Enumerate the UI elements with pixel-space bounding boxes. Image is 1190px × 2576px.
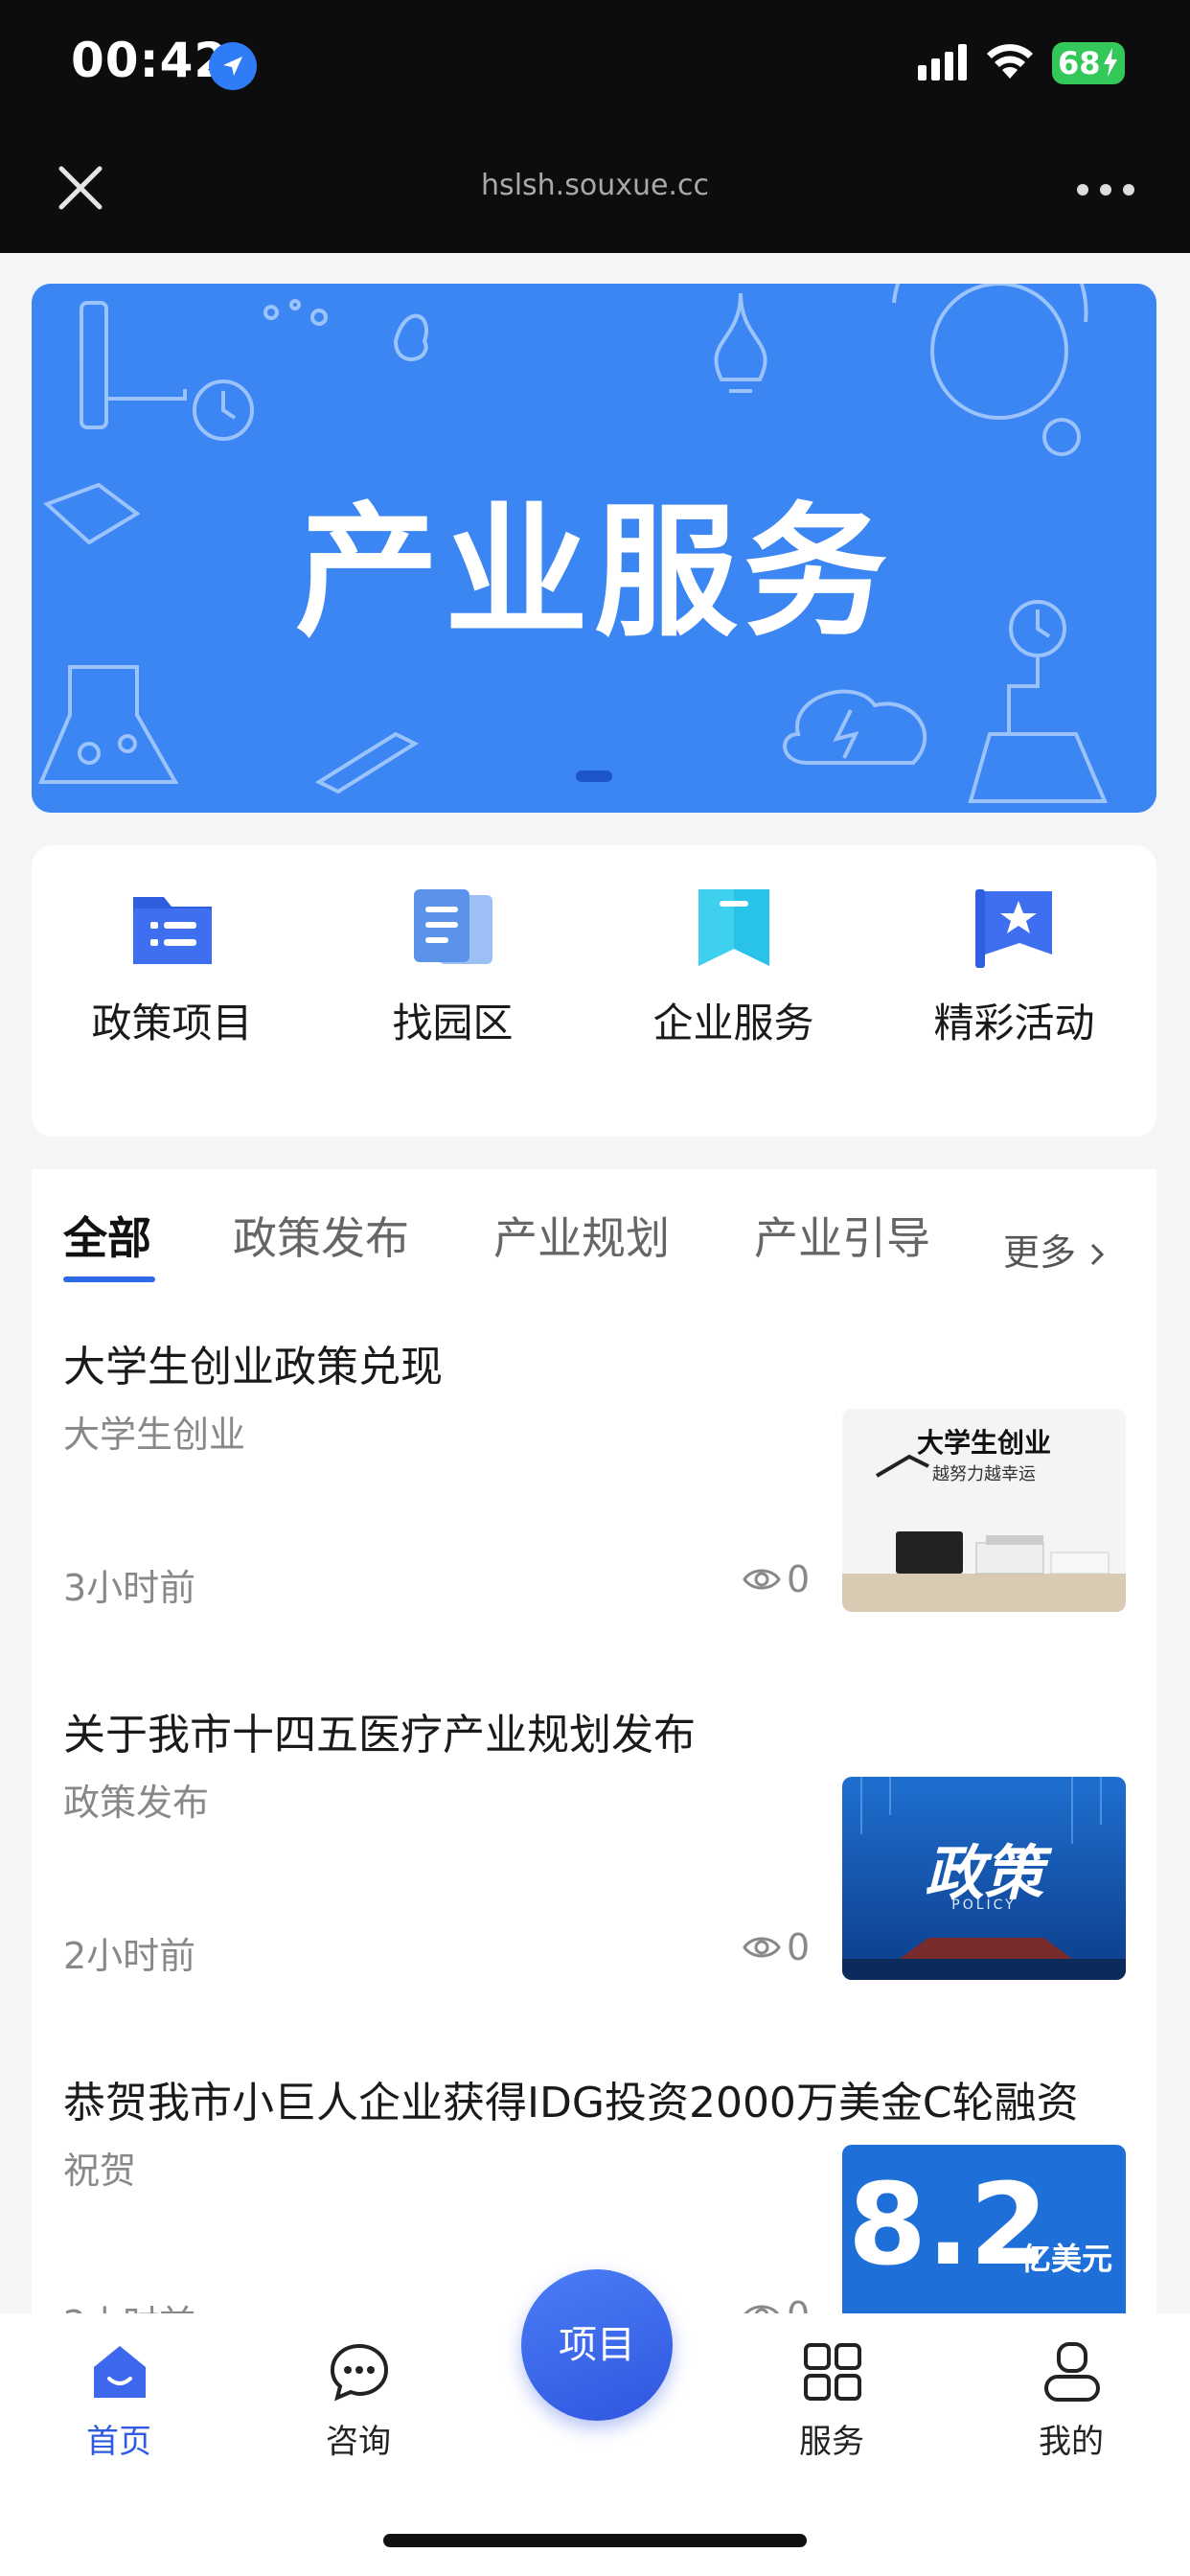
tab-more-button[interactable]: 更多 [1003, 1223, 1107, 1276]
tabbar-label: 咨询 [326, 2423, 391, 2461]
quick-link-label: 企业服务 [652, 1000, 814, 1046]
quick-link-label: 精彩活动 [933, 1000, 1095, 1046]
quick-link-find-park[interactable]: 找园区 [312, 845, 593, 1137]
article-title: 关于我市十四五医疗产业规划发布 [63, 1711, 696, 1760]
quick-link-policy-projects[interactable]: 政策项目 [32, 845, 312, 1137]
tabbar-label: 我的 [1039, 2423, 1104, 2461]
tab-policy-release[interactable]: 政策发布 [233, 1204, 409, 1267]
article-title: 大学生创业政策兑现 [63, 1343, 443, 1392]
star-flag-icon [975, 889, 1052, 968]
article-view-count: 0 [787, 1558, 811, 1600]
wifi-icon [987, 44, 1033, 79]
tab-more-label: 更多 [1003, 1231, 1077, 1274]
banner-indicator [576, 770, 612, 782]
quick-link-label: 找园区 [392, 1000, 514, 1046]
home-icon [94, 2346, 146, 2398]
home-indicator [383, 2534, 807, 2547]
article-time: 3小时前 [63, 1567, 196, 1609]
banner-title: 产业服务 [294, 490, 893, 656]
quick-link-activities[interactable]: 精彩活动 [874, 845, 1155, 1137]
tab-industry-guidance[interactable]: 产业引导 [754, 1204, 930, 1267]
article-thumbnail: 政策 POLICY [842, 1777, 1126, 1980]
article-category: 政策发布 [63, 1782, 210, 1824]
article-view-count: 0 [787, 1926, 811, 1968]
page-url: hslsh.souxue.cc [481, 169, 709, 202]
quick-link-label: 政策项目 [91, 1000, 253, 1046]
battery-icon: 68 [1052, 42, 1125, 84]
quick-link-enterprise-service[interactable]: 企业服务 [593, 845, 874, 1137]
tabbar-consult[interactable]: 咨询 [272, 2313, 445, 2505]
eye-icon [743, 1569, 781, 1590]
article-time: 2小时前 [63, 1935, 196, 1977]
list-item[interactable]: 大学生创业政策兑现 大学生创业 3小时前 0 大学生创业 越努力越幸运 [32, 1332, 1156, 1677]
more-icon[interactable] [1077, 178, 1136, 201]
tabbar-home[interactable]: 首页 [33, 2313, 205, 2505]
status-bar: 00:42 68 [0, 0, 1190, 134]
article-thumbnail: 大学生创业 越努力越幸运 [842, 1409, 1126, 1612]
tab-industry-planning[interactable]: 产业规划 [493, 1204, 670, 1267]
projects-center-button[interactable]: 项目 [521, 2269, 673, 2421]
battery-level: 68 [1058, 45, 1101, 81]
tabbar-label: 首页 [86, 2423, 151, 2461]
news-panel: 全部 政策发布 产业规划 产业引导 更多 大学生创业政策兑现 大学生创业 3小时… [32, 1169, 1156, 2348]
policy-list-icon [133, 897, 212, 964]
status-time: 00:42 [71, 33, 229, 88]
article-category: 大学生创业 [63, 1414, 246, 1456]
user-icon [1044, 2342, 1100, 2402]
thumbnail-subtitle: 亿美元 [1020, 2241, 1113, 2277]
eye-icon [743, 1937, 781, 1958]
signal-icon [918, 44, 967, 80]
list-item[interactable]: 关于我市十四五医疗产业规划发布 政策发布 2小时前 0 政策 POLICY [32, 1700, 1156, 2045]
article-category: 祝贺 [63, 2150, 137, 2192]
active-tab-indicator [63, 1276, 155, 1282]
bookmark-icon [698, 889, 769, 966]
article-title: 恭贺我市小巨人企业获得IDG投资2000万美金C轮融资 [63, 2079, 1079, 2128]
thumbnail-subtitle: 越努力越幸运 [932, 1464, 1036, 1484]
location-icon [209, 42, 257, 90]
quick-links-card: 政策项目 找园区 企业服务 精彩活动 [32, 845, 1156, 1137]
tabbar-services[interactable]: 服务 [745, 2313, 918, 2505]
thumbnail-subtitle: POLICY [951, 1898, 1017, 1913]
grid-icon [804, 2343, 861, 2401]
document-icon [414, 889, 492, 964]
tabbar-mine[interactable]: 我的 [985, 2313, 1157, 2505]
banner[interactable]: 产业服务 [32, 284, 1156, 813]
tab-all[interactable]: 全部 [63, 1204, 151, 1267]
tabbar-label: 服务 [799, 2423, 864, 2461]
thumbnail-title: 8.2 [848, 2158, 1049, 2290]
thumbnail-title: 大学生创业 [916, 1427, 1051, 1459]
chat-icon [330, 2343, 389, 2402]
chevron-right-icon [1091, 1243, 1105, 1266]
